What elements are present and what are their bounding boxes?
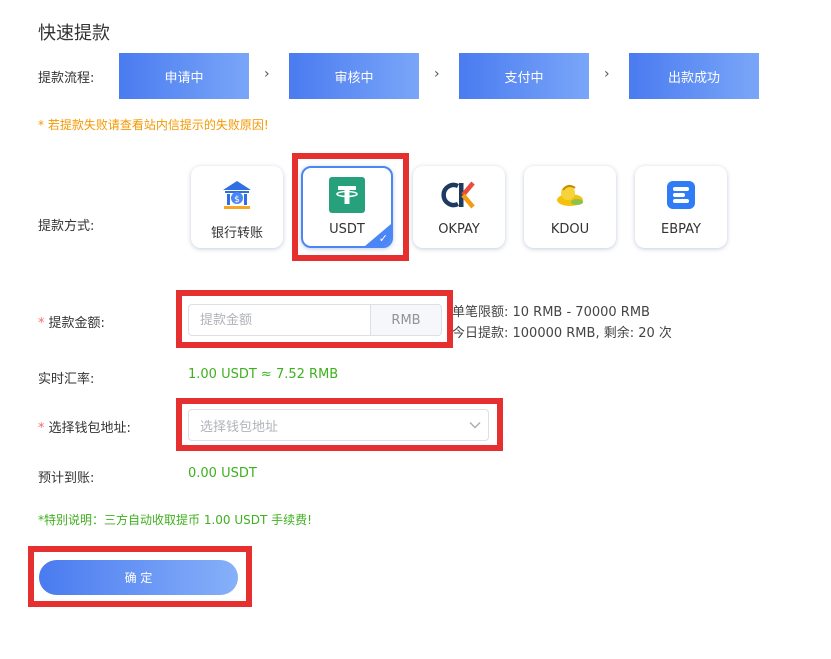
rate-value: 1.00 USDT ≈ 7.52 RMB bbox=[188, 367, 339, 382]
wallet-select-placeholder: 选择钱包地址 bbox=[200, 419, 279, 435]
okpay-icon bbox=[440, 176, 478, 214]
page-title: 快速提款 bbox=[38, 23, 110, 44]
flow-arrow-icon: › bbox=[434, 66, 440, 82]
method-item-label: USDT bbox=[329, 222, 365, 237]
method-item-label: KDOU bbox=[550, 222, 590, 237]
fee-note: *特别说明：三方自动收取提币 1.00 USDT 手续费! bbox=[38, 513, 312, 527]
kdou-icon bbox=[551, 176, 589, 214]
rate-label: 实时汇率: bbox=[38, 372, 95, 387]
method-item-label: EBPAY bbox=[661, 222, 701, 237]
wallet-label-text: 选择钱包地址: bbox=[48, 421, 131, 436]
method-kdou[interactable]: KDOU bbox=[524, 166, 616, 248]
expected-value: 0.00 USDT bbox=[188, 466, 257, 481]
required-mark: * bbox=[38, 421, 45, 436]
flow-label: 提款流程: bbox=[38, 71, 95, 86]
chevron-down-icon bbox=[462, 421, 488, 429]
warning-text: * 若提款失败请查看站内信提示的失败原因! bbox=[38, 118, 269, 132]
method-item-label: OKPAY bbox=[438, 222, 480, 237]
method-item-label: 银行转账 bbox=[210, 226, 263, 241]
tether-icon bbox=[328, 176, 366, 214]
amount-currency-suffix: RMB bbox=[370, 305, 441, 335]
confirm-button[interactable]: 确 定 bbox=[39, 560, 238, 595]
check-icon: ✓ bbox=[378, 232, 388, 245]
flow-step-success: 出款成功 bbox=[629, 53, 759, 99]
ebpay-icon bbox=[662, 176, 700, 214]
amount-label-text: 提款金额: bbox=[48, 316, 105, 331]
expected-label: 预计到账: bbox=[38, 471, 95, 486]
amount-label: * 提款金额: bbox=[38, 312, 105, 331]
method-label: 提款方式: bbox=[38, 219, 95, 234]
method-okpay[interactable]: OKPAY bbox=[413, 166, 505, 248]
amount-field[interactable]: RMB bbox=[188, 304, 442, 336]
flow-arrow-icon: › bbox=[264, 66, 270, 82]
flow-arrow-icon: › bbox=[604, 66, 610, 82]
amount-input[interactable] bbox=[189, 305, 370, 335]
flow-step-applying: 申请中 bbox=[119, 53, 249, 99]
limit-single: 单笔限额: 10 RMB - 70000 RMB bbox=[452, 305, 650, 320]
wallet-select[interactable]: 选择钱包地址 bbox=[188, 409, 489, 441]
method-bank-transfer[interactable]: $ 银行转账 bbox=[191, 166, 283, 248]
method-ebpay[interactable]: EBPAY bbox=[635, 166, 727, 248]
svg-text:$: $ bbox=[234, 195, 240, 205]
limit-daily: 今日提款: 100000 RMB, 剩余: 20 次 bbox=[452, 326, 672, 341]
flow-step-reviewing: 审核中 bbox=[289, 53, 419, 99]
required-mark: * bbox=[38, 316, 45, 331]
wallet-label: * 选择钱包地址: bbox=[38, 417, 131, 436]
flow-step-paying: 支付中 bbox=[459, 53, 589, 99]
method-usdt[interactable]: USDT ✓ bbox=[301, 166, 393, 248]
bank-icon: $ bbox=[218, 176, 256, 214]
